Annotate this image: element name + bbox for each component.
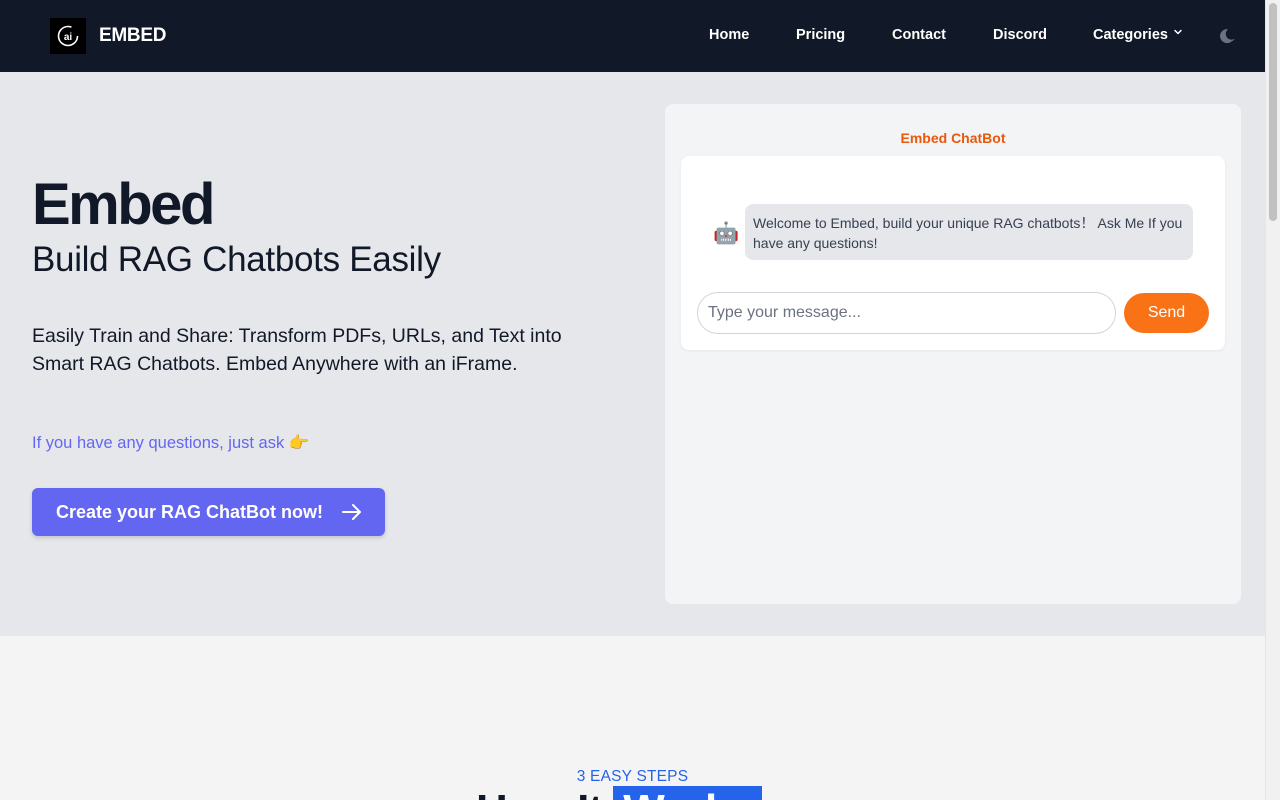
robot-avatar-icon: 🤖 <box>713 222 740 245</box>
navbar: ai EMBED Home Pricing Contact Discord Ca… <box>0 0 1265 72</box>
page: ai EMBED Home Pricing Contact Discord Ca… <box>0 0 1265 800</box>
steps-heading-highlight: Works <box>613 786 762 800</box>
bot-message-bubble: Welcome to Embed, build your unique RAG … <box>745 204 1193 260</box>
nav-contact[interactable]: Contact <box>892 27 946 43</box>
hero-subtitle: Build RAG Chatbots Easily <box>32 240 441 279</box>
chatbot-title: Embed ChatBot <box>900 130 1006 146</box>
nav-pricing[interactable]: Pricing <box>796 27 845 43</box>
nav-categories[interactable]: Categories <box>1093 27 1183 43</box>
moon-icon[interactable] <box>1219 27 1237 50</box>
hero-section: Embed Build RAG Chatbots Easily Easily T… <box>0 72 1265 636</box>
create-chatbot-button[interactable]: Create your RAG ChatBot now! <box>32 488 385 536</box>
chatbot-panel: Embed ChatBot 🤖 Welcome to Embed, build … <box>665 104 1241 604</box>
send-button[interactable]: Send <box>1124 293 1209 333</box>
hero-description: Easily Train and Share: Transform PDFs, … <box>32 325 562 375</box>
nav-discord[interactable]: Discord <box>993 27 1047 43</box>
arrow-right-icon <box>341 503 363 521</box>
steps-heading-prefix: How It <box>476 786 613 800</box>
create-chatbot-label: Create your RAG ChatBot now! <box>56 501 324 522</box>
nav-categories-label: Categories <box>1093 27 1168 43</box>
steps-section: 3 EASY STEPS How It Works <box>0 636 1265 800</box>
chatbot-card: 🤖 Welcome to Embed, build your unique RA… <box>681 156 1225 350</box>
hero-title: Embed <box>32 172 215 237</box>
steps-heading: How It Works <box>476 786 762 800</box>
steps-eyebrow: 3 EASY STEPS <box>576 768 689 785</box>
nav-links: Home Pricing Contact Discord Categories <box>0 0 1265 72</box>
nav-home[interactable]: Home <box>709 27 749 43</box>
chat-message-input[interactable] <box>697 292 1116 334</box>
page-scrollbar[interactable] <box>1265 0 1280 800</box>
scrollbar-thumb[interactable] <box>1269 3 1277 221</box>
chevron-down-icon <box>1173 25 1183 41</box>
hero-ask-text: If you have any questions, just ask 👉 <box>32 434 310 452</box>
